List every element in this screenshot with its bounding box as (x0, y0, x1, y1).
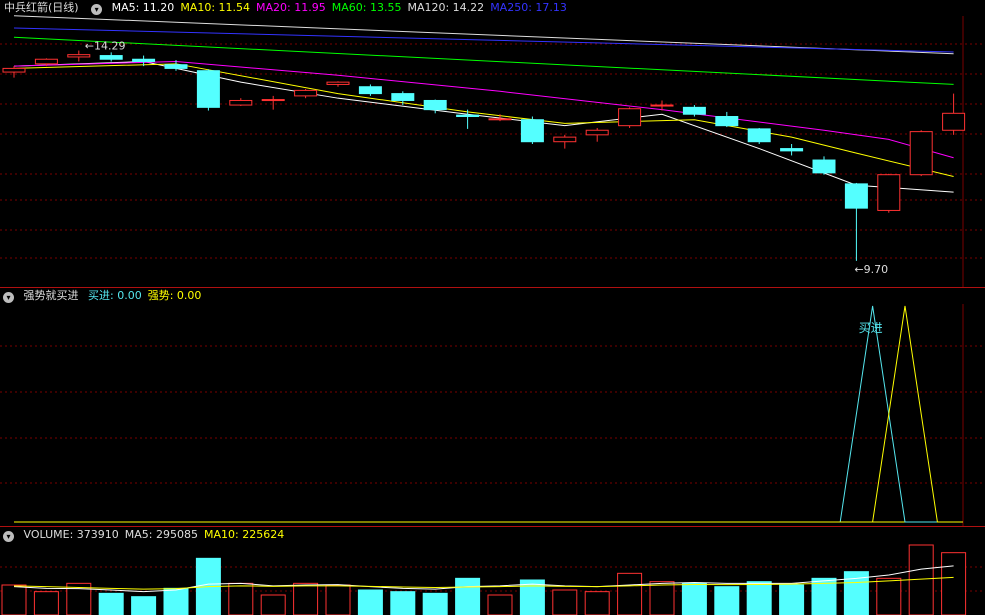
ma-line (13, 27, 954, 53)
volume-bar (714, 586, 740, 615)
volume-bar (519, 579, 545, 615)
high-label: ←14.29 (85, 40, 126, 53)
candle (715, 116, 739, 127)
legend-item: MA5: 11.20 (111, 1, 175, 14)
legend-item: 强势: 0.00 (147, 289, 202, 302)
candle (423, 99, 447, 111)
candle (456, 114, 480, 118)
volume-bar (779, 584, 805, 615)
candle (294, 89, 318, 97)
volume-bar (131, 596, 157, 615)
candle (520, 119, 544, 143)
legend-item: MA20: 11.95 (256, 1, 326, 14)
ma-legend: MA5: 11.20 MA10: 11.54 MA20: 11.95 MA60: 13… (112, 1, 573, 14)
indicator-legend: 买进: 0.00 强势: 0.00 (88, 289, 207, 302)
collapse-toggle-icon[interactable]: ▾ (3, 292, 14, 303)
candle (553, 136, 577, 143)
legend-item: MA120: 14.22 (407, 1, 485, 14)
price-header: 中兵红箭(日线) ▾ MA5: 11.20 MA10: 11.54 MA20: 11… (0, 0, 579, 16)
candle (812, 159, 836, 174)
candle (618, 108, 642, 127)
legend-item: MA60: 13.55 (331, 1, 402, 14)
volume-bar (455, 577, 481, 615)
candle (2, 67, 26, 73)
volume-bar (941, 552, 967, 615)
candle (326, 81, 350, 85)
price-panel: ←14.29 ←9.70 中兵红箭(日线) ▾ MA5: 11.20 MA10: 1… (0, 0, 985, 287)
candle (585, 129, 609, 136)
candle (67, 54, 91, 58)
volume-bar (584, 591, 610, 615)
volume-bar (33, 591, 59, 615)
volume-header: ▾ VOLUME: 373910 MA5: 295085 MA10: 225624 (0, 527, 296, 543)
volume-bar (552, 589, 578, 615)
candle (164, 64, 188, 69)
candle (261, 99, 285, 102)
legend-item: VOLUME: 373910 (23, 528, 119, 541)
ma-line (13, 61, 954, 159)
volume-bar (98, 592, 124, 615)
legend-item: MA250: 17.13 (490, 1, 567, 14)
collapse-toggle-icon[interactable]: ▾ (3, 531, 14, 542)
legend-item: MA5: 295085 (124, 528, 198, 541)
candle (650, 104, 674, 107)
indicator-title: 强势就买进 (23, 289, 79, 302)
volume-panel: ▾ VOLUME: 373910 MA5: 295085 MA10: 225624 (0, 527, 985, 615)
indicator-line (14, 305, 954, 523)
volume-bar (487, 594, 513, 615)
candle (942, 112, 966, 131)
volume-bar (260, 594, 286, 615)
candle (34, 58, 58, 65)
candle (747, 128, 771, 143)
price-chart: ←14.29 ←9.70 (0, 15, 985, 287)
indicator-chart: 买进 (0, 304, 985, 526)
legend-item: 买进: 0.00 (88, 289, 142, 302)
candle (877, 174, 901, 211)
price-title: 中兵红箭(日线) (4, 1, 79, 14)
volume-bar (163, 587, 189, 615)
volume-bar (422, 592, 448, 615)
candle (844, 183, 868, 209)
candle (780, 148, 804, 152)
volume-bar (228, 582, 254, 615)
volume-legend: VOLUME: 373910 MA5: 295085 MA10: 225624 (24, 528, 291, 541)
volume-bar (293, 582, 319, 615)
candle (488, 118, 512, 121)
volume-bar (681, 582, 707, 615)
candle (99, 55, 123, 60)
volume-bar (1, 584, 27, 615)
indicator-line (14, 305, 954, 523)
volume-bar (617, 572, 643, 615)
candle (391, 93, 415, 101)
candle (909, 131, 933, 176)
candle (358, 86, 382, 95)
low-label: ←9.70 (854, 263, 888, 276)
volume-bar (325, 584, 351, 615)
candle (229, 99, 253, 106)
volume-bar (390, 591, 416, 615)
legend-item: MA10: 225624 (203, 528, 285, 541)
collapse-toggle-icon[interactable]: ▾ (91, 4, 103, 15)
indicator-header: ▾ 强势就买进 买进: 0.00 强势: 0.00 (0, 288, 213, 304)
candle (682, 106, 706, 115)
volume-bar (649, 581, 675, 615)
volume-bar (876, 577, 902, 615)
candle (196, 70, 220, 108)
volume-bar (746, 581, 772, 615)
indicator-panel: 买进 ▾ 强势就买进 买进: 0.00 强势: 0.00 (0, 288, 985, 526)
signal-label: 买进 (859, 321, 883, 335)
candle (132, 58, 156, 63)
legend-item: MA10: 11.54 (180, 1, 251, 14)
volume-bar (357, 589, 383, 615)
